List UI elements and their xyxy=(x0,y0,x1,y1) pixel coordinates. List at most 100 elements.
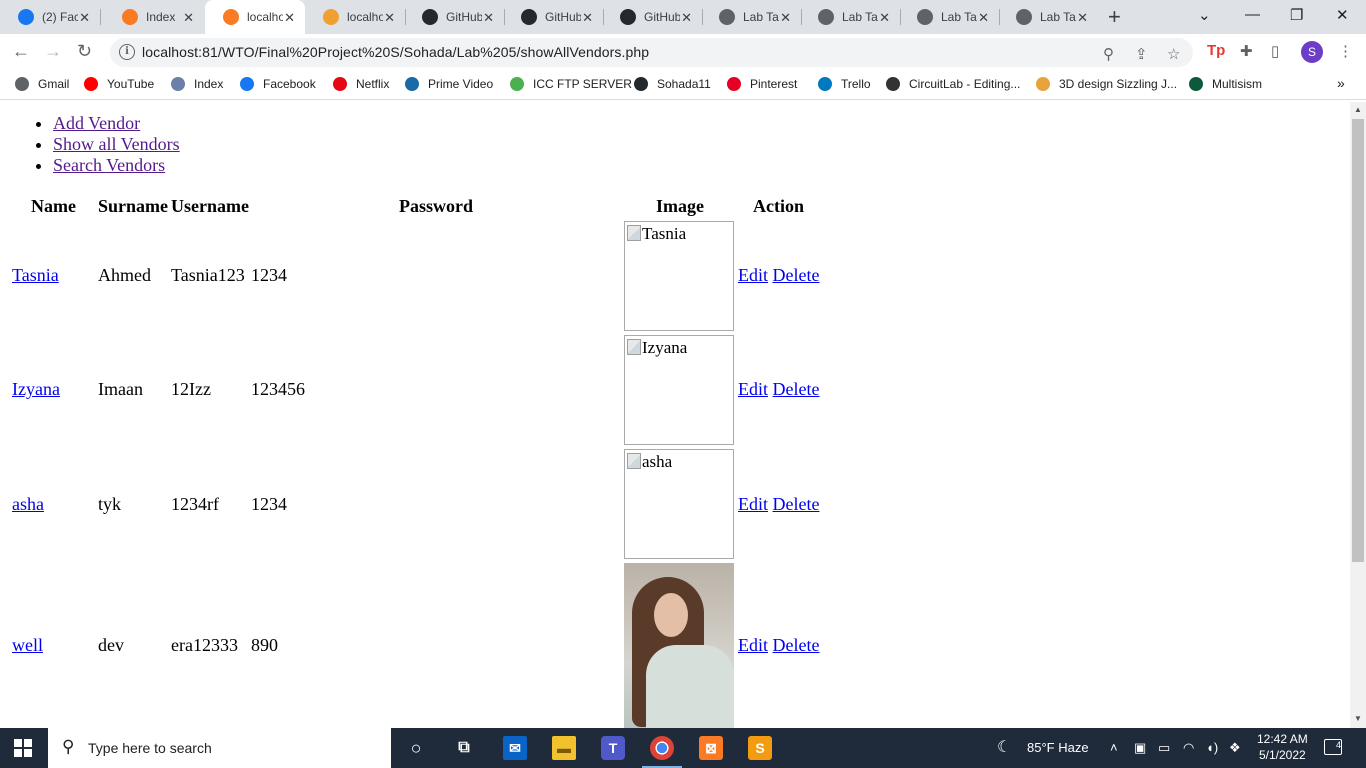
teams-icon[interactable]: T xyxy=(601,736,625,760)
close-tab-icon[interactable]: ✕ xyxy=(780,10,791,26)
browser-tab[interactable]: Lab Ta ✕ xyxy=(899,0,999,34)
dropbox-icon[interactable]: ❖ xyxy=(1229,740,1241,756)
edit-link[interactable]: Edit xyxy=(738,379,768,399)
side-panel-icon[interactable]: ▯ xyxy=(1271,42,1279,60)
tab-title: localho xyxy=(247,10,283,24)
vendor-name[interactable]: well xyxy=(12,635,43,655)
bookmark-item[interactable]: CircuitLab - Editing... xyxy=(886,77,1020,91)
bookmark-item[interactable]: Trello xyxy=(818,77,871,91)
close-tab-icon[interactable]: ✕ xyxy=(483,10,494,26)
edit-link[interactable]: Edit xyxy=(738,494,768,514)
browser-tab[interactable]: Lab Ta ✕ xyxy=(998,0,1098,34)
notification-center-icon[interactable]: 4 xyxy=(1324,739,1342,755)
mail-icon[interactable]: ✉ xyxy=(503,736,527,760)
vendor-name[interactable]: Izyana xyxy=(12,379,60,399)
battery-icon[interactable]: ▭ xyxy=(1158,740,1170,756)
browser-tab[interactable]: Lab Ta ✕ xyxy=(701,0,801,34)
close-tab-icon[interactable]: ✕ xyxy=(681,10,692,26)
reload-icon[interactable]: ↻ xyxy=(77,41,92,62)
chrome-icon[interactable] xyxy=(642,736,682,768)
share-icon[interactable]: ⇪ xyxy=(1135,45,1148,63)
extensions-puzzle-icon[interactable]: ✚ xyxy=(1240,42,1253,60)
address-bar[interactable]: i localhost:81/WTO/Final%20Project%20S/S… xyxy=(110,38,1193,67)
cortana-icon[interactable]: ○ xyxy=(404,736,428,760)
vendor-name-link[interactable]: Tasnia xyxy=(12,265,59,286)
zoom-icon[interactable]: ⚲ xyxy=(1103,45,1114,63)
vertical-scrollbar[interactable]: ▲ ▼ xyxy=(1350,102,1366,728)
menu-kebab-icon[interactable]: ⋮ xyxy=(1338,42,1353,60)
vendor-name[interactable]: Tasnia xyxy=(12,265,59,285)
system-clock[interactable]: 12:42 AM 5/1/2022 xyxy=(1257,731,1308,763)
bookmark-item[interactable]: Prime Video xyxy=(405,77,493,91)
delete-link[interactable]: Delete xyxy=(773,494,820,514)
bookmark-label: Multisism xyxy=(1212,77,1262,91)
browser-tab[interactable]: GitHub ✕ xyxy=(503,0,603,34)
new-tab-button[interactable]: + xyxy=(1108,4,1121,30)
bookmark-item[interactable]: Pinterest xyxy=(727,77,797,91)
file-explorer-icon[interactable]: ▬ xyxy=(552,736,576,760)
wifi-icon[interactable]: ◠ xyxy=(1183,740,1194,756)
bookmark-item[interactable]: YouTube xyxy=(84,77,154,91)
site-info-icon[interactable]: i xyxy=(119,44,135,60)
vendor-name-link[interactable]: asha xyxy=(12,494,44,515)
back-arrow-icon[interactable]: ← xyxy=(12,41,30,62)
close-tab-icon[interactable]: ✕ xyxy=(1077,10,1088,26)
close-tab-icon[interactable]: ✕ xyxy=(978,10,989,26)
sublime-text-icon[interactable]: S xyxy=(748,736,772,760)
edit-link[interactable]: Edit xyxy=(738,265,768,285)
meet-now-icon[interactable]: ▣ xyxy=(1134,740,1146,756)
tab-search-chevron-icon[interactable]: ⌄ xyxy=(1198,6,1211,24)
bookmark-star-icon[interactable]: ☆ xyxy=(1167,45,1180,63)
weather-moon-icon[interactable]: ☾ xyxy=(997,737,1011,757)
browser-tab[interactable]: Lab Ta ✕ xyxy=(800,0,900,34)
tp-extension-icon[interactable]: Tp xyxy=(1207,42,1225,59)
browser-tab[interactable]: GitHub ✕ xyxy=(404,0,504,34)
scrollbar-thumb[interactable] xyxy=(1352,119,1364,562)
bookmark-item[interactable]: Gmail xyxy=(15,77,69,91)
browser-tab[interactable]: Index ✕ xyxy=(104,0,204,34)
minimize-button[interactable]: — xyxy=(1245,6,1260,23)
scroll-down-arrow-icon[interactable]: ▼ xyxy=(1354,714,1362,723)
close-tab-icon[interactable]: ✕ xyxy=(284,10,295,26)
close-tab-icon[interactable]: ✕ xyxy=(582,10,593,26)
windows-start-icon[interactable] xyxy=(14,739,32,757)
scroll-up-arrow-icon[interactable]: ▲ xyxy=(1354,105,1362,114)
browser-tab[interactable]: GitHub ✕ xyxy=(602,0,702,34)
edit-link[interactable]: Edit xyxy=(738,635,768,655)
close-tab-icon[interactable]: ✕ xyxy=(384,10,395,26)
browser-tab[interactable]: localho ✕ xyxy=(305,0,405,34)
weather-text[interactable]: 85°F Haze xyxy=(1027,740,1089,755)
bookmark-item[interactable]: Multisism xyxy=(1189,77,1262,91)
bookmark-item[interactable]: Facebook xyxy=(240,77,316,91)
xampp-icon[interactable]: ⊠ xyxy=(699,736,723,760)
vendor-name-link[interactable]: well xyxy=(12,635,43,656)
tray-chevron-up-icon[interactable]: ˄ xyxy=(1110,740,1118,755)
maximize-button[interactable]: ❐ xyxy=(1290,6,1303,24)
vendor-name[interactable]: asha xyxy=(12,494,44,514)
vendor-name-link[interactable]: Izyana xyxy=(12,379,60,400)
bookmark-item[interactable]: Sohada11 xyxy=(634,77,711,91)
browser-tab[interactable]: localho ✕ xyxy=(205,0,305,34)
add-vendor-link[interactable]: Add Vendor xyxy=(53,113,140,133)
taskbar-search-box[interactable]: ⚲ Type here to search xyxy=(48,728,391,768)
delete-link[interactable]: Delete xyxy=(773,379,820,399)
volume-icon[interactable]: ◖) xyxy=(1206,740,1218,755)
show-all-vendors-link[interactable]: Show all Vendors xyxy=(53,134,180,154)
search-vendors-link[interactable]: Search Vendors xyxy=(53,155,165,175)
close-tab-icon[interactable]: ✕ xyxy=(79,10,90,26)
bookmark-item[interactable]: ICC FTP SERVER xyxy=(510,77,632,91)
task-view-icon[interactable]: ⧉ xyxy=(452,736,476,760)
more-bookmarks-chevron-icon[interactable]: » xyxy=(1337,75,1345,91)
url-text[interactable]: localhost:81/WTO/Final%20Project%20S/Soh… xyxy=(142,44,649,60)
delete-link[interactable]: Delete xyxy=(773,265,820,285)
close-tab-icon[interactable]: ✕ xyxy=(183,10,194,26)
close-window-button[interactable]: ✕ xyxy=(1336,6,1349,24)
bookmark-item[interactable]: 3D design Sizzling J... xyxy=(1036,77,1177,91)
delete-link[interactable]: Delete xyxy=(773,635,820,655)
profile-avatar[interactable]: S xyxy=(1301,41,1323,63)
close-tab-icon[interactable]: ✕ xyxy=(879,10,890,26)
bookmark-item[interactable]: Netflix xyxy=(333,77,389,91)
forward-arrow-icon[interactable]: → xyxy=(44,41,62,62)
browser-tab[interactable]: (2) Fac ✕ xyxy=(0,0,100,34)
bookmark-item[interactable]: Index xyxy=(171,77,223,91)
